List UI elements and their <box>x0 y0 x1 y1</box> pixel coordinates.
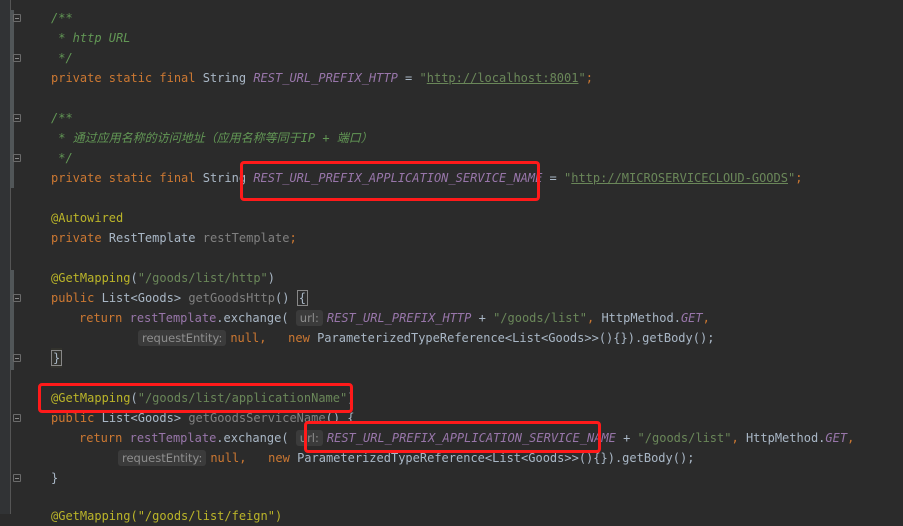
annotation: @GetMapping <box>51 271 131 285</box>
method-call: .exchange( <box>216 311 289 325</box>
matched-brace: { <box>296 290 308 306</box>
operator: + <box>471 311 494 325</box>
enum-constant: GET <box>680 311 703 325</box>
string-literal: "/goods/list" <box>493 311 587 325</box>
code-line[interactable]: @Autowired <box>51 208 123 228</box>
fold-icon[interactable] <box>13 14 21 22</box>
parameter-hint: url: <box>295 310 323 326</box>
parameter-hint: requestEntity: <box>138 330 227 346</box>
string-literal: "http://localhost:8001" <box>419 71 586 85</box>
method-call: .exchange( <box>216 431 289 445</box>
keyword: private <box>51 231 102 245</box>
keyword: return <box>79 311 123 325</box>
keyword: private static final <box>51 171 196 185</box>
code-line[interactable]: */ <box>51 148 73 168</box>
code-line[interactable]: public List<Goods> getGoodsHttp() { <box>51 288 308 308</box>
doc-comment: * 通过应用名称的访问地址（应用名称等同于IP + 端口） <box>51 131 373 145</box>
code-line[interactable]: * http URL <box>51 28 130 48</box>
code-line[interactable]: /** <box>51 108 73 128</box>
url-link[interactable]: http://localhost:8001 <box>427 71 579 85</box>
enum-ref: HttpMethod. <box>601 311 681 325</box>
operator: + <box>615 431 638 445</box>
string-literal: "http://MICROSERVICECLOUD-GOODS" <box>564 171 796 185</box>
method-name: getGoodsServiceName <box>188 411 326 425</box>
code-line[interactable]: @GetMapping("/goods/list/feign") <box>51 506 282 526</box>
enum-constant: GET <box>825 431 848 445</box>
string-literal: "/goods/list/http" <box>137 271 268 285</box>
constant-name: REST_URL_PREFIX_APPLICATION_SERVICE_NAME <box>253 171 543 185</box>
fold-icon[interactable] <box>13 414 21 422</box>
enum-ref: HttpMethod. <box>745 431 826 445</box>
constant-ref: REST_URL_PREFIX_APPLICATION_SERVICE_NAME <box>326 431 616 445</box>
doc-comment: */ <box>51 151 73 165</box>
code-line[interactable]: */ <box>51 48 73 68</box>
parameter-hint: url: <box>295 430 323 446</box>
constant-name: REST_URL_PREFIX_HTTP <box>253 71 398 85</box>
operator: = <box>542 171 564 185</box>
code-line[interactable]: requestEntity: null, new ParameterizedTyp… <box>138 328 714 348</box>
doc-comment: * http URL <box>51 31 131 45</box>
operator: = <box>397 71 420 85</box>
code-line[interactable]: private RestTemplate restTemplate; <box>51 228 297 248</box>
keyword: null, <box>230 331 267 345</box>
string-literal: "/goods/list/applicationName" <box>137 391 348 405</box>
keyword: null, <box>210 451 247 465</box>
code-line[interactable]: public List<Goods> getGoodsServiceName()… <box>51 408 355 428</box>
code-text: ParameterizedTypeReference<List<Goods>>(… <box>317 331 715 345</box>
fold-icon[interactable] <box>13 354 21 362</box>
field-ref: restTemplate <box>129 311 217 325</box>
constant-ref: REST_URL_PREFIX_HTTP <box>326 311 472 325</box>
code-line[interactable]: @GetMapping("/goods/list/http") <box>51 268 275 288</box>
annotation: @GetMapping("/goods/list/feign") <box>51 509 283 523</box>
fold-icon[interactable] <box>13 294 21 302</box>
string-literal: "/goods/list" <box>637 431 732 445</box>
doc-comment: */ <box>51 51 73 65</box>
doc-comment: /** <box>51 111 73 125</box>
editor-gutter <box>0 0 10 514</box>
fold-icon[interactable] <box>13 54 21 62</box>
fold-icon[interactable] <box>13 474 21 482</box>
type-name: String <box>202 171 247 185</box>
code-line[interactable]: } <box>51 468 58 488</box>
code-text: ParameterizedTypeReference<List<Goods>>(… <box>297 451 695 465</box>
code-line[interactable]: private static final String REST_URL_PRE… <box>51 168 802 188</box>
type-name: String <box>202 71 247 85</box>
doc-comment: /** <box>51 11 73 25</box>
code-line[interactable]: } <box>51 348 63 368</box>
keyword: return <box>79 431 123 445</box>
type-name: List<Goods> <box>101 291 182 305</box>
annotation: @Autowired <box>51 211 124 225</box>
keyword: private static final <box>51 71 196 85</box>
code-line[interactable]: private static final String REST_URL_PRE… <box>51 68 593 88</box>
field-name: restTemplate <box>202 231 290 245</box>
type-name: RestTemplate <box>108 231 196 245</box>
code-line[interactable]: /** <box>51 8 73 28</box>
type-name: List<Goods> <box>101 411 182 425</box>
matched-brace: } <box>51 350 63 366</box>
parameter-hint: requestEntity: <box>118 450 207 466</box>
code-line[interactable]: @GetMapping("/goods/list/applicationName… <box>51 388 354 408</box>
code-line[interactable]: return restTemplate.exchange( url: REST_U… <box>79 308 710 328</box>
keyword: new <box>268 451 290 465</box>
fold-icon[interactable] <box>13 154 21 162</box>
url-link[interactable]: http://MICROSERVICECLOUD-GOODS <box>571 171 788 185</box>
code-line[interactable]: * 通过应用名称的访问地址（应用名称等同于IP + 端口） <box>51 128 373 148</box>
field-ref: restTemplate <box>129 431 217 445</box>
method-name: getGoodsHttp <box>188 291 276 305</box>
annotation: @GetMapping <box>51 391 131 405</box>
code-line[interactable]: return restTemplate.exchange( url: REST_U… <box>79 428 854 448</box>
fold-icon[interactable] <box>13 114 21 122</box>
code-line[interactable]: requestEntity: null, new ParameterizedTyp… <box>118 448 694 468</box>
keyword: public <box>51 291 95 305</box>
keyword: public <box>51 411 95 425</box>
keyword: new <box>288 331 310 345</box>
